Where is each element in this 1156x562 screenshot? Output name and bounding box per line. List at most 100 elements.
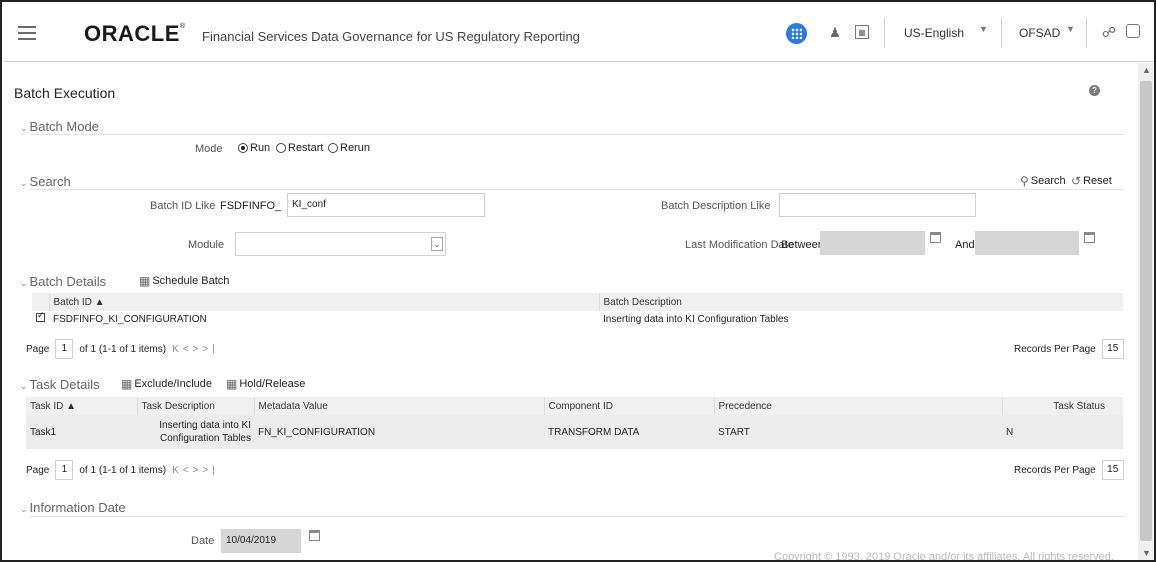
page-title: Batch Execution [14,85,116,101]
task-description-cell: Inserting data into KI Configuration Tabl… [137,415,254,449]
page-number-input[interactable]: 1 [55,339,74,359]
section-information-date[interactable]: ⌄ Information Date [20,500,126,515]
chevron-down-icon: ⌄ [20,381,28,391]
and-label: And [955,239,975,251]
exclude-icon: ▦ [121,377,133,391]
section-batch-details[interactable]: ⌄ Batch Details [20,274,106,289]
hamburger-menu-icon[interactable] [18,26,36,40]
pagination-nav-icons[interactable]: K<>>| [172,344,219,355]
header-divider [884,18,885,48]
batch-description-label: Batch Description Like [661,200,771,212]
batch-id-label: Batch ID Like [150,200,216,212]
metadata-value-cell: FN_KI_CONFIGURATION [254,415,544,449]
batch-description-cell: Inserting data into KI Configuration Tab… [603,313,789,325]
date-from-input[interactable] [820,231,925,255]
hold-icon: ▦ [226,377,238,391]
section-search[interactable]: ⌄ Search [20,174,71,189]
sort-ascending-icon: ▲ [66,400,77,412]
calendar-icon[interactable] [930,232,941,243]
divider [30,516,1124,517]
task-table: Task ID ▲ Task Description Metadata Valu… [26,397,1123,449]
table-row[interactable]: Task1 Inserting data into KI Configuratio… [26,415,1123,449]
schedule-icon: ▦ [139,274,151,288]
share-icon[interactable]: ☍ [1101,23,1117,41]
vertical-scrollbar[interactable]: ▲ ▼ [1138,63,1154,560]
task-id-column-header[interactable]: Task ID ▲ [26,397,137,415]
apps-grid-icon[interactable] [786,23,807,44]
main-content: Batch Execution ? ⌄ Batch Mode Mode Run R… [4,63,1138,562]
mode-rerun-radio[interactable]: Rerun [328,142,370,154]
search-button[interactable]: ⚲ Search [1020,174,1066,188]
component-id-column-header[interactable]: Component ID [543,397,714,415]
batch-table: Batch ID ▲ Batch Description FSDFINFO_KI… [32,293,1123,327]
calendar-icon[interactable]: ▦ [855,25,869,39]
scrollbar-thumb[interactable] [1140,81,1152,541]
task-pagination: Page 1 of 1 (1-1 of 1 items) K<>>| [26,460,219,480]
batch-id-cell: FSDFINFO_KI_CONFIGURATION [53,313,207,325]
app-title: Financial Services Data Governance for U… [202,29,580,44]
chevron-down-icon[interactable]: ⌄ [431,237,443,251]
calendar-icon[interactable] [309,530,320,541]
header-divider [1086,18,1087,48]
batch-pagination: Page 1 of 1 (1-1 of 1 items) K<>>| [26,339,219,359]
calendar-icon[interactable] [1084,232,1095,243]
exclude-include-button[interactable]: ▦ Exclude/Include [121,377,212,391]
component-id-cell: TRANSFORM DATA [544,415,714,449]
batch-records-per-page: Records Per Page 15 [1014,339,1124,359]
metadata-value-column-header[interactable]: Metadata Value [253,397,544,415]
divider [30,134,1124,135]
module-label: Module [188,239,225,251]
reset-icon: ↺ [1071,174,1082,188]
mode-label: Mode [195,143,223,155]
batch-id-input[interactable]: KI_conf [287,193,485,217]
chevron-down-icon[interactable]: ▼ [1066,24,1075,34]
select-column-header [32,293,49,311]
task-status-cell: N [1002,415,1123,449]
reset-button[interactable]: ↺ Reset [1071,174,1112,188]
batch-description-input[interactable] [779,193,976,217]
date-to-input[interactable] [975,231,1079,255]
scroll-up-icon[interactable]: ▲ [1142,65,1151,75]
pagination-nav-icons[interactable]: K<>>| [172,465,219,476]
oracle-logo: ORACLE® [84,21,186,46]
app-header: ORACLE® Financial Services Data Governan… [4,4,1154,62]
records-per-page-input[interactable]: 15 [1101,460,1124,480]
language-selector[interactable]: US-English [904,26,964,40]
task-status-column-header[interactable]: Task Status [1001,397,1123,415]
row-checkbox[interactable] [32,310,49,327]
scroll-down-icon[interactable]: ▼ [1142,548,1151,558]
information-date-input[interactable]: 10/04/2019 [221,529,301,553]
date-label: Date [191,535,215,547]
mode-run-radio[interactable]: Run [238,142,270,154]
schedule-batch-button[interactable]: ▦ Schedule Batch [139,274,229,288]
table-row[interactable]: FSDFINFO_KI_CONFIGURATION Inserting data… [32,310,1123,327]
chevron-down-icon: ⌄ [20,504,28,514]
user-menu[interactable]: OFSAD [1019,26,1060,40]
chevron-down-icon[interactable]: ▼ [979,24,988,34]
task-id-cell: Task1 [26,415,137,449]
chevron-down-icon: ⌄ [20,123,28,133]
sort-ascending-icon: ▲ [94,296,105,308]
user-admin-icon[interactable]: ♟ [826,24,844,42]
section-task-details[interactable]: ⌄ Task Details [20,377,100,392]
page-number-input[interactable]: 1 [55,460,74,480]
precedence-column-header[interactable]: Precedence [713,397,1002,415]
batch-id-column-header[interactable]: Batch ID ▲ [48,293,599,311]
module-select[interactable] [235,232,446,256]
task-description-column-header[interactable]: Task Description [136,397,254,415]
chevron-down-icon: ⌄ [20,278,28,288]
last-modification-date-label: Last Modification Date [685,239,794,251]
mode-restart-radio[interactable]: Restart [276,142,323,154]
hold-release-button[interactable]: ▦ Hold/Release [226,377,305,391]
window-icon[interactable] [1126,24,1140,38]
section-batch-mode[interactable]: ⌄ Batch Mode [20,119,99,134]
divider [30,189,1124,190]
chevron-down-icon: ⌄ [20,178,28,188]
batch-description-column-header[interactable]: Batch Description [598,293,1123,311]
records-per-page-input[interactable]: 15 [1101,339,1124,359]
copyright-footer: Copyright © 1993, 2019 Oracle and/or its… [774,551,1114,562]
batch-id-prefix: FSDFINFO_ [220,200,282,212]
precedence-cell: START [714,415,1002,449]
search-icon: ⚲ [1020,174,1029,188]
help-icon[interactable]: ? [1089,85,1100,96]
